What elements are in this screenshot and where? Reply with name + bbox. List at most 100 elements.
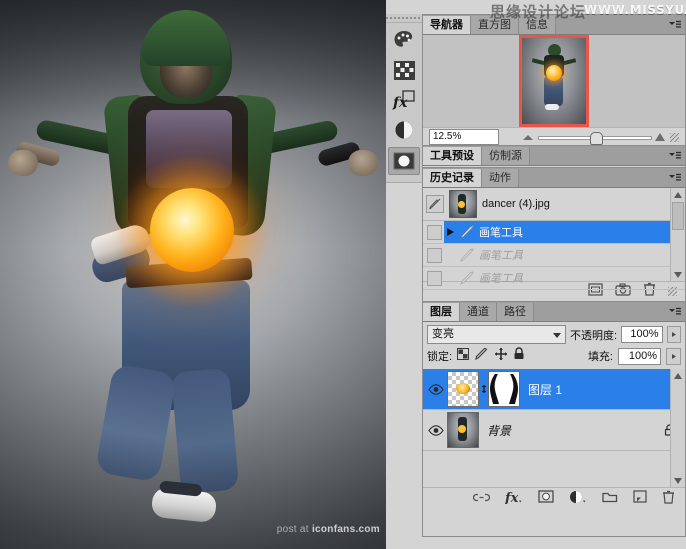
snapshot-label: dancer (4).jpg bbox=[482, 198, 550, 210]
scroll-down-icon[interactable] bbox=[671, 474, 685, 487]
rail-drag-grip[interactable] bbox=[386, 14, 422, 23]
collapsed-panel-rail: fx bbox=[386, 14, 423, 183]
panel-dock: fx 导航器 直方图 信息 bbox=[386, 0, 686, 549]
history-brush-checkbox[interactable] bbox=[427, 271, 442, 286]
add-layer-mask-icon[interactable] bbox=[538, 490, 554, 508]
document-canvas[interactable]: post at iconfans.com bbox=[0, 0, 386, 549]
resize-grip[interactable] bbox=[670, 133, 679, 142]
layer-thumbnail[interactable] bbox=[447, 371, 479, 407]
new-group-icon[interactable] bbox=[602, 490, 618, 508]
state-pointer-icon bbox=[446, 227, 456, 237]
history-state-dim[interactable]: 画笔工具 bbox=[444, 244, 685, 266]
layer-mask-thumbnail[interactable] bbox=[488, 371, 520, 407]
blend-mode-select[interactable]: 变亮 bbox=[427, 325, 566, 344]
tool-preset-panel-menu-icon[interactable] bbox=[668, 149, 682, 162]
brush-tool-icon bbox=[460, 225, 475, 239]
scroll-up-icon[interactable] bbox=[671, 188, 685, 201]
color-palette-icon[interactable] bbox=[389, 27, 419, 53]
navigator-tabbar: 导航器 直方图 信息 bbox=[423, 15, 685, 35]
navigator-view-box[interactable] bbox=[519, 35, 589, 127]
scroll-up-icon[interactable] bbox=[671, 369, 685, 382]
zoom-slider-handle[interactable] bbox=[590, 132, 603, 145]
layers-scrollbar[interactable] bbox=[670, 369, 685, 487]
navigator-body: 12.5% bbox=[423, 35, 685, 146]
history-tabbar: 历史记录 动作 bbox=[423, 168, 685, 188]
layer-visibility-toggle[interactable] bbox=[425, 384, 447, 395]
mask-link-icon[interactable] bbox=[479, 383, 488, 395]
history-body: dancer (4).jpg 画笔工具 bbox=[423, 188, 685, 301]
navigator-panel-menu-icon[interactable] bbox=[668, 18, 682, 31]
zoom-in-icon[interactable] bbox=[655, 133, 665, 141]
history-brush-checkbox[interactable] bbox=[427, 248, 442, 263]
tab-clone-source[interactable]: 仿制源 bbox=[482, 147, 530, 165]
history-panel-menu-icon[interactable] bbox=[668, 171, 682, 184]
lock-position-icon[interactable] bbox=[495, 347, 507, 365]
zoom-out-icon[interactable] bbox=[523, 135, 533, 140]
thumbnail-orb bbox=[456, 383, 470, 394]
tab-history[interactable]: 历史记录 bbox=[423, 169, 482, 187]
delete-layer-icon[interactable] bbox=[662, 490, 675, 509]
svg-text:fx: fx bbox=[392, 95, 408, 110]
tab-histogram[interactable]: 直方图 bbox=[471, 16, 519, 34]
history-state-row[interactable]: 画笔工具 bbox=[423, 221, 685, 244]
blend-opacity-row: 变亮 不透明度: 100% bbox=[427, 325, 681, 344]
history-snapshot-row[interactable]: dancer (4).jpg bbox=[423, 188, 685, 221]
scroll-down-icon[interactable] bbox=[671, 268, 685, 281]
masks-icon[interactable] bbox=[388, 147, 420, 175]
chevron-down-icon bbox=[553, 333, 561, 338]
layer-style-fx-icon[interactable]: fx bbox=[505, 490, 523, 509]
opacity-input[interactable]: 100% bbox=[621, 326, 662, 343]
opacity-stepper-icon[interactable] bbox=[667, 326, 681, 343]
fill-stepper-icon[interactable] bbox=[666, 348, 681, 365]
zoom-level-input[interactable]: 12.5% bbox=[429, 129, 499, 145]
layer-thumbnail[interactable] bbox=[447, 412, 479, 448]
layer-visibility-toggle[interactable] bbox=[425, 425, 447, 436]
link-layers-icon[interactable] bbox=[473, 490, 490, 508]
layer-row-layer1[interactable]: 图层 1 bbox=[423, 369, 685, 410]
tab-paths[interactable]: 路径 bbox=[497, 303, 534, 321]
history-brush-source-icon[interactable] bbox=[426, 195, 444, 213]
history-scrollbar[interactable] bbox=[670, 188, 685, 281]
layer-styles-fx-icon[interactable]: fx bbox=[389, 87, 419, 113]
zoom-slider[interactable] bbox=[538, 132, 650, 142]
lock-label: 锁定: bbox=[427, 348, 452, 364]
tool-preset-tabbar: 工具预设 仿制源 bbox=[423, 146, 685, 166]
history-brush-checkbox[interactable] bbox=[427, 225, 442, 240]
tab-info[interactable]: 信息 bbox=[519, 16, 556, 34]
new-adjustment-layer-icon[interactable] bbox=[569, 490, 587, 509]
opacity-label: 不透明度: bbox=[570, 327, 617, 343]
lock-transparent-pixels-icon[interactable] bbox=[457, 347, 469, 365]
tab-channels[interactable]: 通道 bbox=[460, 303, 497, 321]
history-state-label: 画笔工具 bbox=[479, 270, 523, 286]
tab-actions[interactable]: 动作 bbox=[482, 169, 519, 187]
tab-tool-presets[interactable]: 工具预设 bbox=[423, 147, 482, 165]
fill-input[interactable]: 100% bbox=[618, 348, 661, 365]
layers-panel-menu-icon[interactable] bbox=[668, 305, 682, 318]
blend-mode-value: 变亮 bbox=[432, 328, 454, 340]
layer-row-background[interactable]: 背景 bbox=[423, 410, 685, 451]
right-shoe bbox=[151, 487, 218, 524]
lock-image-pixels-icon[interactable] bbox=[475, 347, 489, 365]
swatches-grid-icon[interactable] bbox=[389, 57, 419, 83]
state-pointer-placeholder-icon bbox=[446, 250, 456, 260]
navigator-preview[interactable] bbox=[423, 35, 685, 127]
navigator-footer: 12.5% bbox=[423, 127, 685, 146]
layer-name[interactable]: 图层 1 bbox=[520, 381, 562, 398]
history-state-label: 画笔工具 bbox=[479, 247, 523, 263]
history-state-dim[interactable]: 画笔工具 bbox=[444, 267, 685, 289]
eye-icon bbox=[428, 425, 444, 436]
history-state-active[interactable]: 画笔工具 bbox=[444, 221, 685, 243]
adjustments-icon[interactable] bbox=[389, 117, 419, 143]
lock-buttons bbox=[457, 347, 525, 365]
brush-tool-icon bbox=[460, 271, 475, 285]
right-leg bbox=[171, 368, 239, 495]
lock-all-icon[interactable] bbox=[513, 347, 525, 365]
layer-name[interactable]: 背景 bbox=[479, 422, 511, 439]
history-state-row[interactable]: 画笔工具 bbox=[423, 244, 685, 267]
scrollbar-thumb[interactable] bbox=[672, 202, 684, 230]
tab-layers[interactable]: 图层 bbox=[423, 303, 460, 321]
tab-navigator[interactable]: 导航器 bbox=[423, 16, 471, 34]
watermark-brand: iconfans.com bbox=[312, 524, 380, 535]
history-state-row[interactable]: 画笔工具 bbox=[423, 267, 685, 290]
new-layer-icon[interactable] bbox=[633, 490, 647, 508]
